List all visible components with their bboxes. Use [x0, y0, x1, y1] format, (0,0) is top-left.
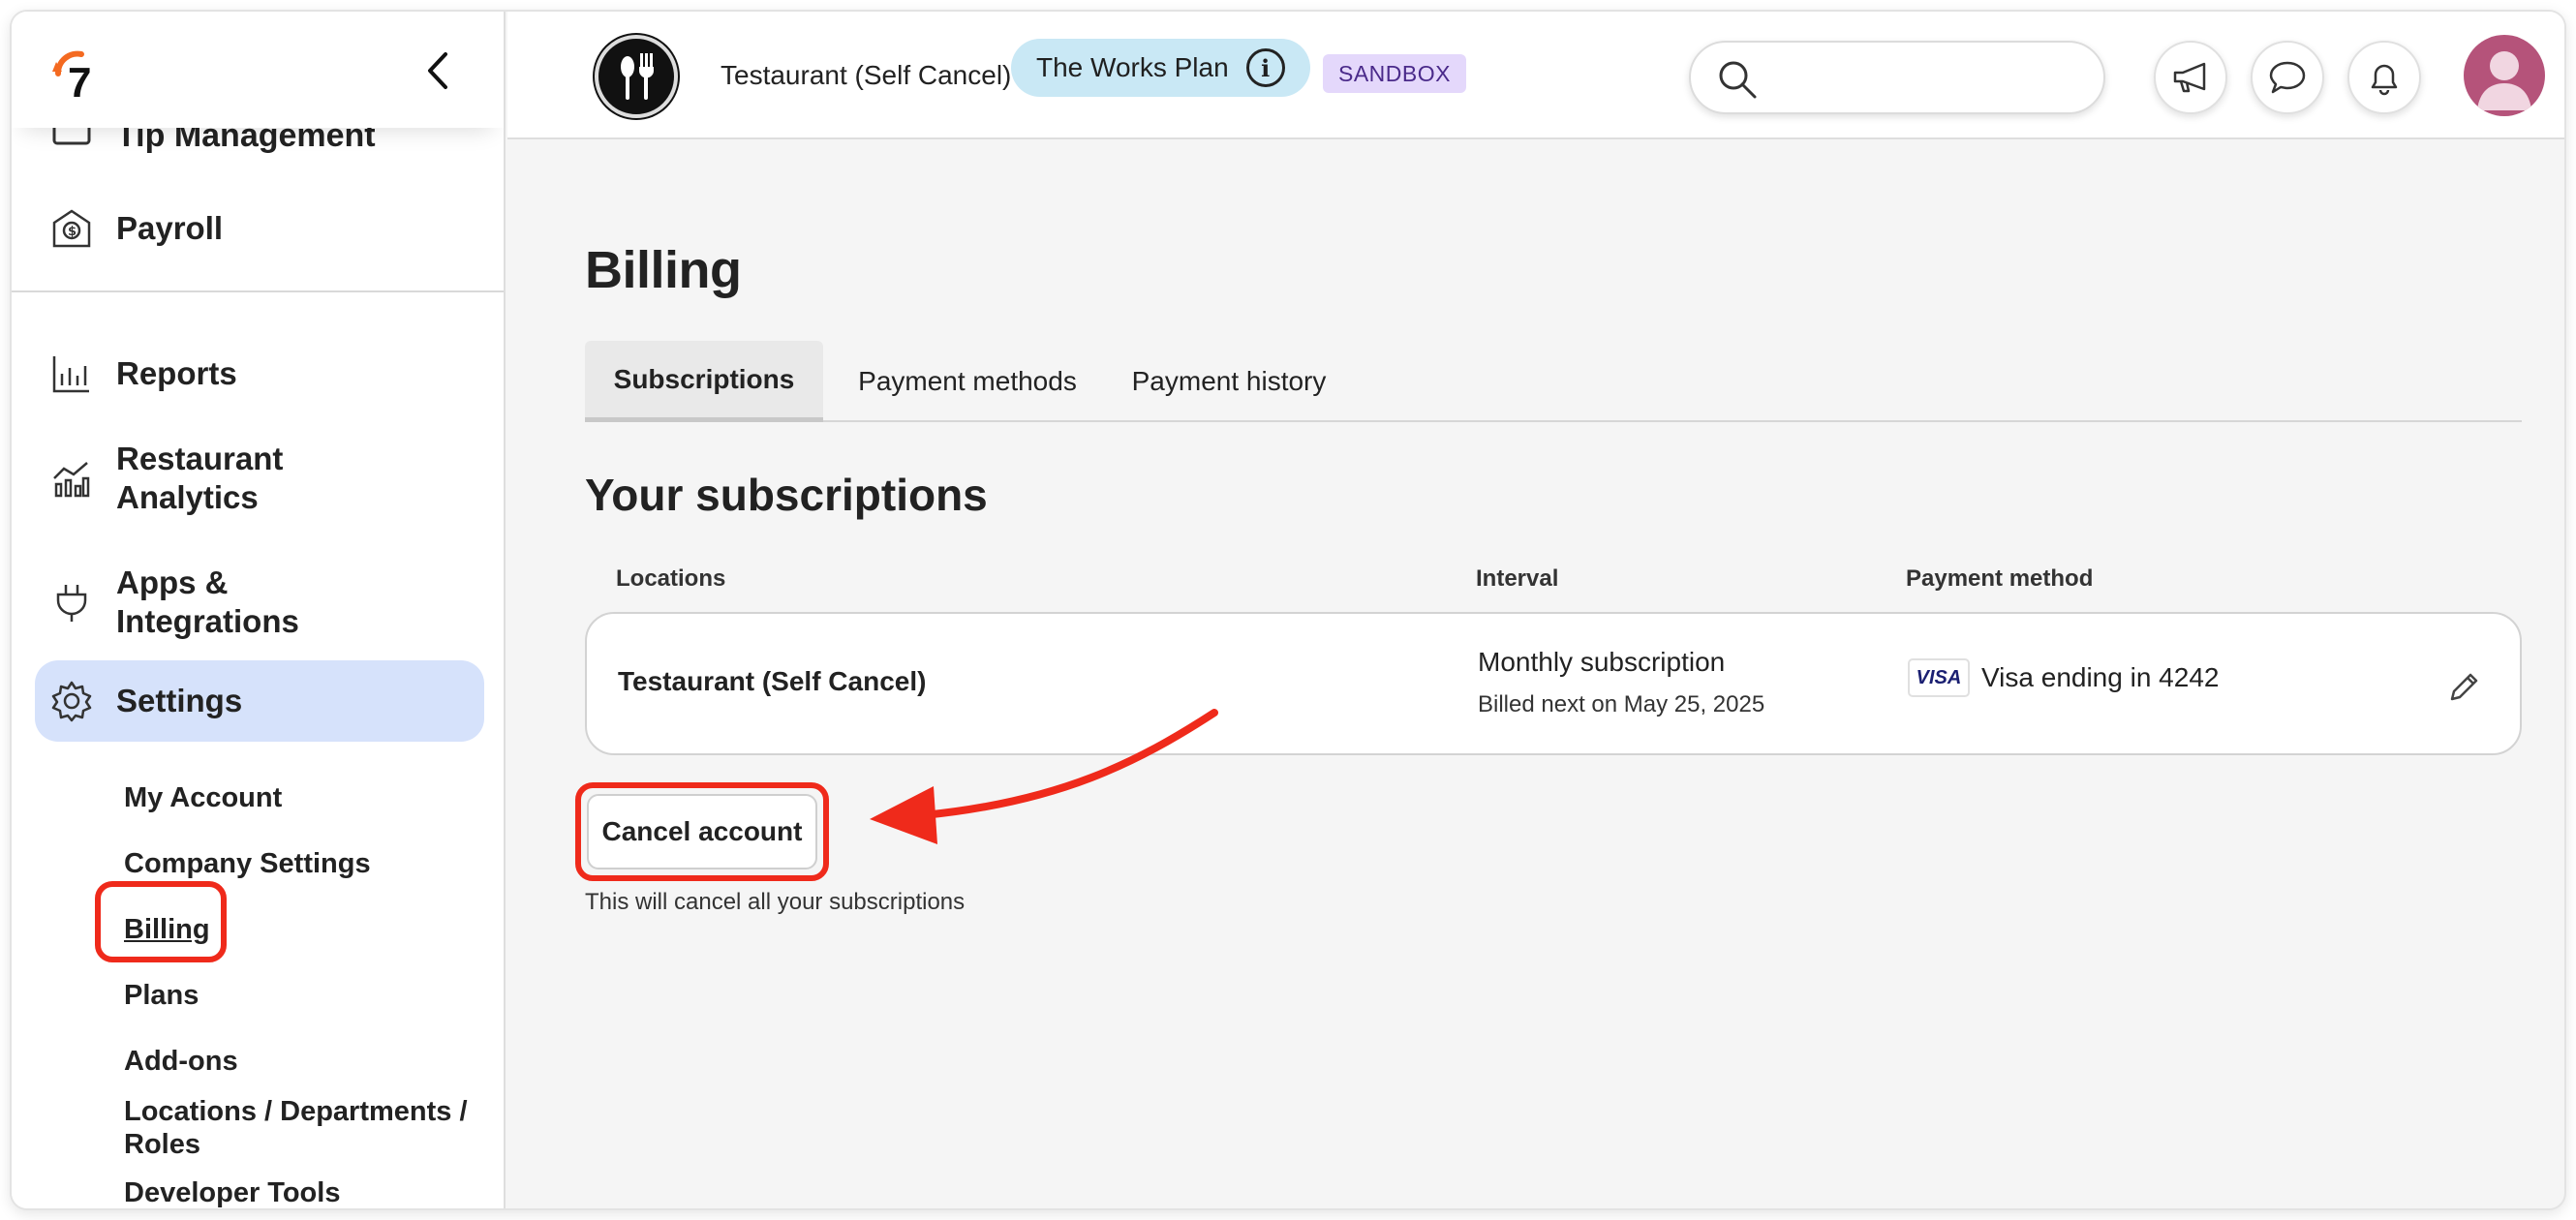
sidebar-divider: [12, 290, 504, 292]
subscription-location: Testaurant (Self Cancel): [618, 666, 927, 696]
sidebar-item-payroll[interactable]: $ Payroll: [50, 207, 223, 250]
column-header-locations: Locations: [616, 565, 726, 592]
gear-icon: [50, 680, 93, 722]
main-content: Billing Subscriptions Payment methods Pa…: [507, 139, 2564, 1208]
user-icon: [2477, 51, 2531, 110]
svg-text:7: 7: [68, 59, 91, 101]
settings-sub-developer-tools[interactable]: Developer Tools: [124, 1176, 340, 1208]
analytics-icon: [50, 457, 93, 500]
user-avatar[interactable]: [2464, 35, 2545, 116]
sidebar-item-apps-integrations[interactable]: Apps & Integrations: [50, 564, 299, 641]
reports-icon: [50, 352, 93, 395]
sidebar-item-restaurant-analytics[interactable]: Restaurant Analytics: [50, 440, 283, 517]
sandbox-badge: SANDBOX: [1323, 54, 1466, 93]
restaurant-name: Testaurant (Self Cancel): [721, 60, 1012, 90]
settings-sub-locations-line2: Roles: [124, 1129, 200, 1160]
announcements-button[interactable]: [2154, 41, 2227, 114]
column-header-interval: Interval: [1476, 565, 1559, 592]
chevron-left-icon: [428, 52, 447, 89]
column-header-payment-method: Payment method: [1906, 565, 2094, 592]
search-bar[interactable]: [1689, 41, 2105, 114]
sidebar-item-label: Payroll: [116, 210, 224, 246]
utensils-icon: [621, 53, 654, 100]
restaurant-avatar[interactable]: [595, 35, 678, 118]
sidebar-item-label: Reports: [116, 355, 237, 391]
sidebar-item-label-line1: Restaurant: [116, 441, 284, 476]
sidebar-item-label-line2: Analytics: [116, 479, 259, 515]
sidebar-item-label-line2: Integrations: [116, 603, 299, 639]
top-header: Testaurant (Self Cancel) The Works Plan …: [507, 12, 2564, 139]
settings-sub-locations[interactable]: Locations / Departments / Roles: [124, 1095, 468, 1161]
sidebar-item-label: Settings: [116, 683, 243, 718]
settings-sub-my-account[interactable]: My Account: [124, 781, 282, 814]
sidebar-item-label-line1: Apps &: [116, 564, 229, 600]
sidebar-header: 7: [12, 12, 504, 128]
tab-payment-methods[interactable]: Payment methods: [844, 341, 1090, 422]
settings-sub-add-ons[interactable]: Add-ons: [124, 1045, 238, 1078]
megaphone-icon: [2173, 62, 2206, 93]
plan-badge[interactable]: The Works Plan i: [1011, 39, 1310, 97]
annotation-arrow: [870, 709, 1218, 844]
chat-bubble-icon: [2269, 61, 2306, 94]
settings-sub-company-settings[interactable]: Company Settings: [124, 847, 371, 880]
sidebar: Tip Management 7 $ Payroll Reports Resta…: [12, 12, 506, 1208]
logo-icon: 7: [52, 50, 91, 107]
notifications-button[interactable]: [2347, 41, 2421, 114]
billing-tabs: Subscriptions Payment methods Payment hi…: [585, 341, 2522, 422]
cancel-account-button[interactable]: Cancel account: [587, 794, 817, 869]
page-title: Billing: [585, 241, 742, 299]
billed-next-date: Billed next on May 25, 2025: [1478, 691, 1765, 717]
pencil-icon: [2450, 673, 2478, 701]
app-window: Tip Management 7 $ Payroll Reports Resta…: [10, 10, 2566, 1210]
annotation-highlight-billing: [95, 881, 227, 962]
plan-label: The Works Plan: [1036, 52, 1229, 82]
subscription-interval: Monthly subscription: [1478, 647, 1726, 677]
payroll-icon: $: [50, 207, 93, 250]
plug-icon: [50, 581, 93, 624]
sidebar-item-reports[interactable]: Reports: [50, 352, 237, 395]
svg-text:$: $: [68, 225, 77, 239]
bell-icon: [2371, 64, 2398, 96]
search-icon: [1716, 58, 1759, 101]
settings-sub-locations-line1: Locations / Departments /: [124, 1096, 468, 1127]
info-icon[interactable]: i: [1245, 48, 1285, 87]
payment-method-label: Visa ending in 4242: [1981, 662, 2220, 692]
payment-method: VISA Visa ending in 4242: [1908, 658, 2219, 697]
search-input[interactable]: [1772, 56, 2082, 101]
app-logo[interactable]: 7: [48, 43, 107, 107]
sidebar-item-settings[interactable]: Settings: [50, 680, 242, 722]
collapse-sidebar-button[interactable]: [418, 50, 459, 91]
edit-payment-button[interactable]: [2442, 666, 2485, 709]
settings-sub-plans[interactable]: Plans: [124, 979, 199, 1012]
visa-card-icon: VISA: [1908, 658, 1970, 697]
tab-subscriptions[interactable]: Subscriptions: [585, 341, 823, 422]
messages-button[interactable]: [2251, 41, 2324, 114]
section-title: Your subscriptions: [585, 470, 988, 520]
tab-payment-history[interactable]: Payment history: [1121, 341, 1336, 422]
